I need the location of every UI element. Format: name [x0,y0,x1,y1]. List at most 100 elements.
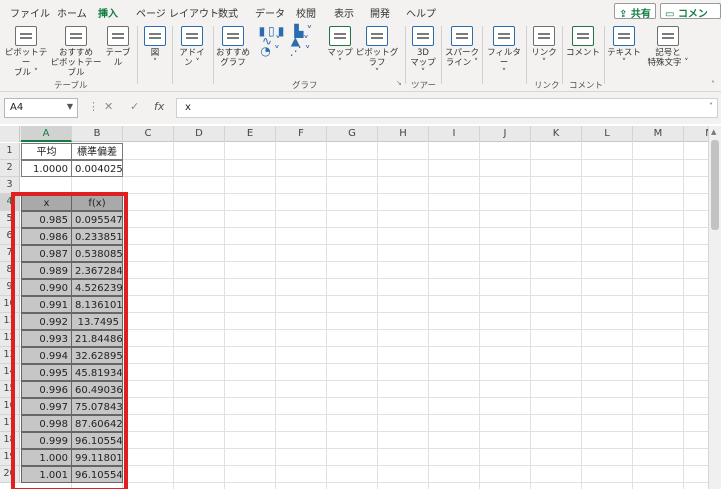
share-button[interactable]: ⇪ 共有 [614,3,656,20]
table-cell-x[interactable]: 0.986 [21,228,72,245]
name-box[interactable]: A4 ▼ [4,98,78,118]
cancel-icon[interactable]: ✕ [104,100,113,113]
insert-comment-button[interactable]: コメント [565,26,601,58]
table-button[interactable]: テーブル [102,26,134,68]
recommended-pivot-button[interactable]: おすすめ ピボットテーブル [50,26,102,78]
table-cell-x[interactable]: 0.989 [21,262,72,279]
column-header-m[interactable]: M [633,126,684,142]
table-cell-fx[interactable]: 0.538085 [71,245,123,262]
tab-formulas[interactable]: 数式 [218,5,238,20]
column-header-a[interactable]: A [21,126,72,142]
chart-type-gallery[interactable]: ▮▯▮ ▙˅ ∿˅ ▲˅ ◔˅ ⋰˅ [252,25,322,72]
filter-button[interactable]: フィルター ˅ [484,26,524,78]
formula-input[interactable]: x ˅ [176,98,718,118]
cell-b4[interactable]: f(x) [71,194,123,211]
row-header-8[interactable]: 8 [0,262,20,279]
table-cell-fx[interactable]: 60.49036 [71,381,123,398]
table-cell-fx[interactable]: 8.136101 [71,296,123,313]
select-all-corner[interactable] [0,126,20,142]
tab-review[interactable]: 校閲 [296,5,316,20]
table-cell-x[interactable]: 0.998 [21,415,72,432]
tab-insert[interactable]: 挿入 [98,5,118,24]
row-header-5[interactable]: 5 [0,211,20,228]
row-header-1[interactable]: 1 [0,143,20,160]
insert-function-icon[interactable]: fx [154,100,164,113]
table-cell-x[interactable]: 0.999 [21,432,72,449]
table-cell-fx[interactable]: 21.84486 [71,330,123,347]
column-header-j[interactable]: J [480,126,531,142]
column-header-e[interactable]: E [225,126,276,142]
comments-button[interactable]: ▭ コメント [660,3,721,35]
sparkline-button[interactable]: スパーク ライン ˅ [444,26,480,68]
cell-a1[interactable]: 平均 [21,143,72,160]
table-cell-fx[interactable]: 2.367284 [71,262,123,279]
figure-button[interactable]: 図 ˅ [142,26,168,68]
row-header-20[interactable]: 20 [0,466,20,483]
row-header-14[interactable]: 14 [0,364,20,381]
table-cell-x[interactable]: 0.997 [21,398,72,415]
row-header-18[interactable]: 18 [0,432,20,449]
dialog-launcher-icon[interactable]: ↘ [396,79,402,87]
row-header-19[interactable]: 19 [0,449,20,466]
tab-help[interactable]: ヘルプ [406,5,436,20]
column-header-h[interactable]: H [378,126,429,142]
expand-formula-icon[interactable]: ˅ [709,102,713,111]
cell-a4[interactable]: x [21,194,72,211]
row-header-16[interactable]: 16 [0,398,20,415]
tab-page-layout[interactable]: ページ レイアウト [136,5,219,20]
enter-icon[interactable]: ✓ [130,100,139,113]
tab-developer[interactable]: 開発 [370,5,390,20]
pivot-chart-button[interactable]: ピボットグラフ ˅ [354,26,400,78]
row-header-7[interactable]: 7 [0,245,20,262]
table-cell-x[interactable]: 0.996 [21,381,72,398]
tab-home[interactable]: ホーム [57,5,87,20]
collapse-ribbon-icon[interactable]: ˄ [711,80,715,89]
3d-map-button[interactable]: 3D マップ ˅ [408,26,438,78]
pivot-table-button[interactable]: ピボットテー ブル ˅ [4,26,48,78]
table-cell-fx[interactable]: 4.526239 [71,279,123,296]
row-header-4[interactable]: 4 [0,194,20,211]
table-cell-x[interactable]: 0.995 [21,364,72,381]
cell-b2[interactable]: 0.004025 [71,160,123,177]
table-cell-x[interactable]: 0.992 [21,313,72,330]
table-cell-fx[interactable]: 13.7495 [71,313,123,330]
recommended-chart-button[interactable]: おすすめ グラフ [216,26,250,68]
tab-data[interactable]: データ [255,5,285,20]
row-header-3[interactable]: 3 [0,177,20,194]
table-cell-x[interactable]: 0.994 [21,347,72,364]
table-cell-fx[interactable]: 0.233851 [71,228,123,245]
table-cell-x[interactable]: 0.993 [21,330,72,347]
tab-view[interactable]: 表示 [334,5,354,20]
table-cell-x[interactable]: 0.991 [21,296,72,313]
row-header-15[interactable]: 15 [0,381,20,398]
row-header-17[interactable]: 17 [0,415,20,432]
symbol-button[interactable]: 記号と 特殊文字 ˅ [643,26,693,68]
chevron-down-icon[interactable]: ▼ [67,102,73,111]
column-header-g[interactable]: G [327,126,378,142]
table-cell-fx[interactable]: 75.07843 [71,398,123,415]
tab-file[interactable]: ファイル [10,5,50,20]
column-header-i[interactable]: I [429,126,480,142]
column-header-c[interactable]: C [123,126,174,142]
worksheet-grid[interactable]: ABCDEFGHIJKLMN 1234567891011121314151617… [0,126,721,489]
scroll-up-icon[interactable]: ▲ [711,128,716,136]
table-cell-fx[interactable]: 45.81934 [71,364,123,381]
row-header-11[interactable]: 11 [0,313,20,330]
table-cell-fx[interactable]: 96.10554 [71,432,123,449]
table-cell-fx[interactable]: 99.11801 [71,449,123,466]
map-button[interactable]: マップ ˅ [326,26,354,68]
row-header-10[interactable]: 10 [0,296,20,313]
link-button[interactable]: リンク ˅ [529,26,559,68]
table-cell-fx[interactable]: 96.10554 [71,466,123,483]
table-cell-x[interactable]: 0.985 [21,211,72,228]
column-header-d[interactable]: D [174,126,225,142]
table-cell-x[interactable]: 1.000 [21,449,72,466]
column-header-l[interactable]: L [582,126,633,142]
vertical-scrollbar[interactable]: ▲ [708,126,721,489]
row-header-6[interactable]: 6 [0,228,20,245]
table-cell-fx[interactable]: 87.60642 [71,415,123,432]
addin-button[interactable]: アドイ ン ˅ [176,26,208,68]
table-cell-fx[interactable]: 32.62895 [71,347,123,364]
column-header-b[interactable]: B [72,126,123,142]
row-header-12[interactable]: 12 [0,330,20,347]
